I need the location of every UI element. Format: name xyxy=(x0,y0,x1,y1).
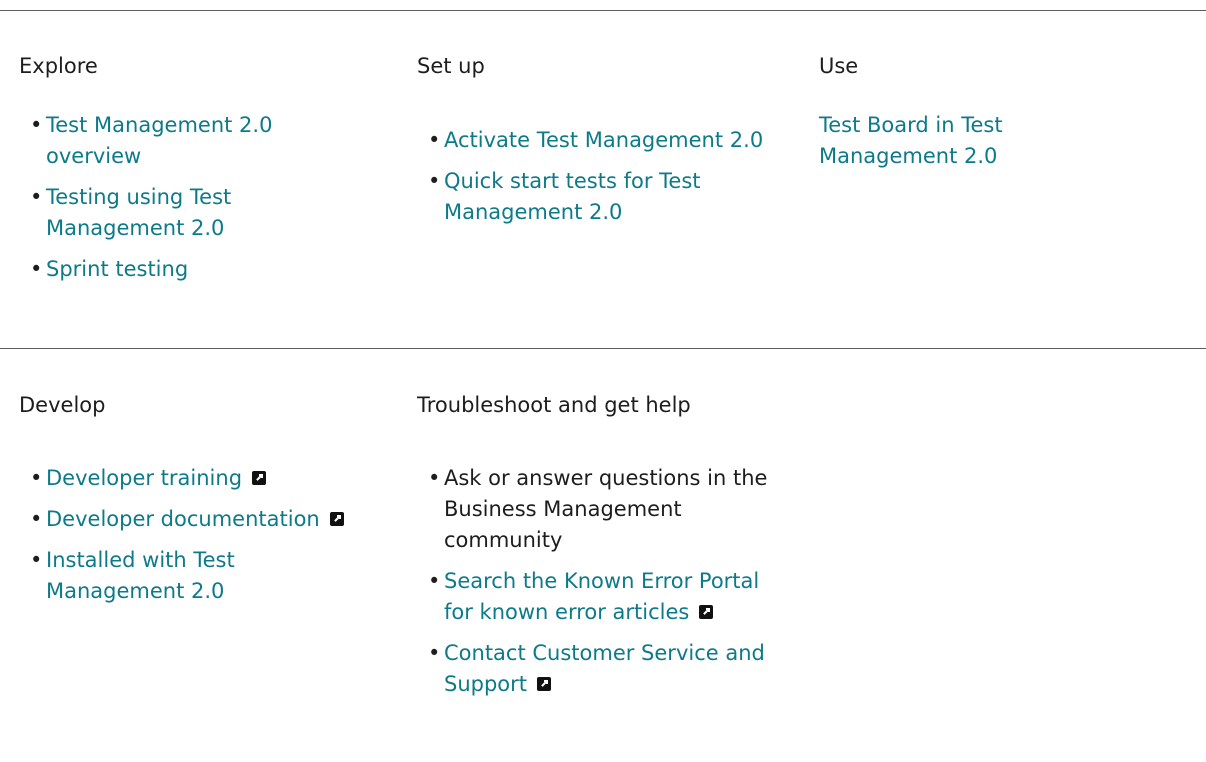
bullet-dot: • xyxy=(428,128,441,152)
bullet-dot: • xyxy=(30,113,43,137)
divider-middle xyxy=(0,348,1206,349)
external-link-icon[interactable] xyxy=(699,605,714,619)
section-title-use: Use xyxy=(819,54,859,78)
link-sprint-testing[interactable]: Sprint testing xyxy=(46,257,188,281)
divider-top xyxy=(0,10,1206,11)
section-title-troubleshoot: Troubleshoot and get help xyxy=(417,393,691,417)
bullet-dot: • xyxy=(428,641,441,665)
external-link-icon[interactable] xyxy=(329,512,344,526)
list-item: • Contact Customer Service and Support xyxy=(428,638,788,700)
list-item: • Developer documentation xyxy=(30,504,410,535)
list-item: • Testing using Test Management 2.0 xyxy=(30,182,360,244)
bullet-dot: • xyxy=(428,466,441,490)
list-item: • Ask or answer questions in the Busines… xyxy=(428,463,788,556)
troubleshoot-link-list: • Ask or answer questions in the Busines… xyxy=(428,463,788,710)
list-item: • Sprint testing xyxy=(30,254,360,285)
link-test-board[interactable]: Test Board in Test Management 2.0 xyxy=(819,110,1059,172)
link-installed-with-test-management[interactable]: Installed with Test Management 2.0 xyxy=(46,548,235,603)
external-link-icon[interactable] xyxy=(252,471,267,485)
link-testing-using-test-management[interactable]: Testing using Test Management 2.0 xyxy=(46,185,231,240)
list-item: • Installed with Test Management 2.0 xyxy=(30,545,346,607)
bullet-dot: • xyxy=(30,548,43,572)
list-item: • Developer training xyxy=(30,463,410,494)
section-title-explore: Explore xyxy=(19,54,98,78)
link-contact-customer-service[interactable]: Contact Customer Service and Support xyxy=(444,641,765,696)
link-quick-start-tests[interactable]: Quick start tests for Test Management 2.… xyxy=(444,169,701,224)
section-title-develop: Develop xyxy=(19,393,106,417)
list-item: • Activate Test Management 2.0 xyxy=(428,125,778,156)
bullet-dot: • xyxy=(30,466,43,490)
develop-link-list: • Developer training • Developer documen… xyxy=(30,463,410,617)
bullet-dot: • xyxy=(428,569,441,593)
community-text: Ask or answer questions in the Business … xyxy=(444,466,768,552)
link-developer-documentation[interactable]: Developer documentation xyxy=(46,507,320,531)
bullet-dot: • xyxy=(428,169,441,193)
link-test-management-overview[interactable]: Test Management 2.0 overview xyxy=(46,113,272,168)
bullet-dot: • xyxy=(30,185,43,209)
bullet-dot: • xyxy=(30,257,43,281)
external-link-icon[interactable] xyxy=(537,677,552,691)
list-item: • Test Management 2.0 overview xyxy=(30,110,360,172)
section-title-setup: Set up xyxy=(417,54,485,78)
link-activate-test-management[interactable]: Activate Test Management 2.0 xyxy=(444,128,763,152)
list-item: • Search the Known Error Portal for know… xyxy=(428,566,788,628)
explore-link-list: • Test Management 2.0 overview • Testing… xyxy=(30,110,360,295)
bullet-dot: • xyxy=(30,507,43,531)
link-developer-training[interactable]: Developer training xyxy=(46,466,242,490)
list-item: • Quick start tests for Test Management … xyxy=(428,166,778,228)
setup-link-list: • Activate Test Management 2.0 • Quick s… xyxy=(428,125,778,238)
